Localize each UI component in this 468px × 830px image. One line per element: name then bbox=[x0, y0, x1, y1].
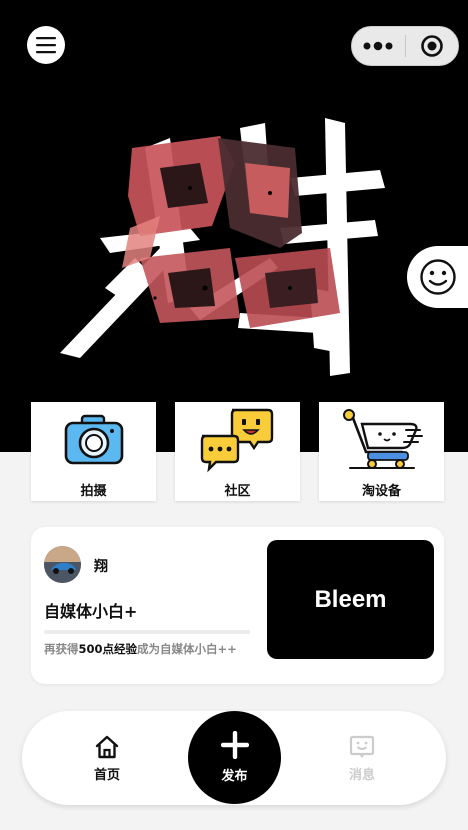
publish-button[interactable]: 发布 bbox=[188, 711, 281, 804]
menu-button[interactable] bbox=[27, 26, 65, 64]
equipment-label: 淘设备 bbox=[361, 484, 401, 499]
calligraphy-artwork bbox=[60, 118, 385, 376]
shoot-label: 拍摄 bbox=[80, 484, 107, 499]
camera-icon bbox=[64, 414, 123, 465]
experience-progress-bar bbox=[44, 630, 250, 634]
user-name: 翔 bbox=[94, 559, 108, 575]
smiley-face-icon bbox=[420, 259, 456, 295]
bleem-promo-button[interactable]: Bleem bbox=[267, 540, 434, 659]
feedback-tab[interactable] bbox=[407, 246, 468, 308]
plus-icon bbox=[220, 731, 249, 759]
menu-icon bbox=[36, 37, 56, 54]
home-icon bbox=[95, 735, 119, 759]
bottom-tab-bar: 首页 发布 消息 bbox=[22, 711, 446, 805]
level-title: 自媒体小白+ bbox=[44, 602, 138, 621]
tab-home-label: 首页 bbox=[93, 768, 120, 783]
message-icon bbox=[349, 735, 375, 758]
more-button[interactable] bbox=[352, 27, 405, 65]
community-tile[interactable]: 社区 bbox=[175, 402, 300, 501]
avatar-image bbox=[44, 546, 81, 583]
close-button[interactable] bbox=[406, 27, 459, 65]
equipment-tile[interactable]: 淘设备 bbox=[319, 402, 444, 501]
shopping-cart-icon bbox=[342, 409, 423, 469]
more-dots-icon bbox=[363, 41, 393, 51]
tab-messages[interactable]: 消息 bbox=[317, 711, 407, 805]
user-card: 翔 自媒体小白+ 再获得500点经验成为自媒体小白++ Bleem bbox=[31, 527, 444, 684]
shoot-tile[interactable]: 拍摄 bbox=[31, 402, 156, 501]
hero-banner bbox=[0, 0, 468, 452]
mini-program-capsule bbox=[351, 26, 459, 66]
tab-home[interactable]: 首页 bbox=[62, 711, 152, 805]
target-circle-icon bbox=[420, 35, 443, 57]
avatar[interactable] bbox=[44, 546, 81, 583]
chat-bubbles-icon bbox=[200, 408, 273, 473]
community-label: 社区 bbox=[224, 484, 251, 499]
publish-label: 发布 bbox=[221, 769, 248, 784]
tab-messages-label: 消息 bbox=[348, 768, 375, 783]
upgrade-hint: 再获得500点经验成为自媒体小白++ bbox=[44, 642, 237, 656]
